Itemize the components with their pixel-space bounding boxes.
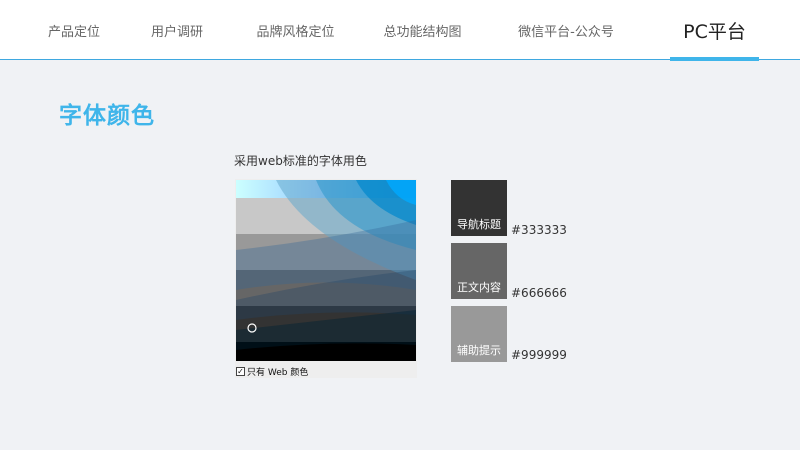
swatch-body-text: 正文内容 — [451, 243, 507, 299]
tab-user-research[interactable]: 用户调研 — [143, 0, 211, 60]
tab-function-structure[interactable]: 总功能结构图 — [375, 0, 470, 60]
hex-value: #999999 — [511, 348, 567, 362]
tab-pc-platform[interactable]: PC平台 — [670, 0, 759, 61]
section-subtitle: 采用web标准的字体用色 — [234, 154, 367, 168]
tab-label: 品牌风格定位 — [256, 24, 335, 40]
top-navigation: 产品定位 用户调研 品牌风格定位 总功能结构图 微信平台-公众号 PC平台 — [0, 0, 800, 61]
active-tab-indicator — [670, 57, 759, 61]
checkbox-icon[interactable]: ✓ — [236, 366, 245, 376]
tab-label: 总功能结构图 — [383, 24, 462, 40]
hex-value: #333333 — [511, 223, 567, 237]
page-title: 字体颜色 — [59, 103, 155, 129]
swatch-label: 正文内容 — [457, 281, 501, 294]
tab-label: 用户调研 — [150, 24, 203, 40]
swatch-hint-text: 辅助提示 — [451, 306, 507, 362]
tab-label: 产品定位 — [47, 24, 100, 40]
tab-label: 微信平台-公众号 — [518, 24, 614, 40]
color-field[interactable] — [236, 180, 416, 361]
checkbox-label: 只有 Web 颜色 — [247, 367, 309, 378]
tab-brand-style[interactable]: 品牌风格定位 — [248, 0, 343, 60]
web-colors-only-checkbox[interactable]: ✓ 只有 Web 颜色 — [236, 365, 309, 378]
tab-wechat-official-account[interactable]: 微信平台-公众号 — [508, 0, 624, 60]
tab-label: PC平台 — [683, 20, 746, 43]
swatch-nav-title: 导航标题 — [451, 180, 507, 236]
swatch-label: 导航标题 — [457, 218, 501, 231]
web-color-picker[interactable]: ✓ 只有 Web 颜色 — [235, 179, 417, 378]
swatch-label: 辅助提示 — [457, 344, 501, 357]
tab-product-positioning[interactable]: 产品定位 — [40, 0, 108, 60]
hex-value: #666666 — [511, 286, 567, 300]
